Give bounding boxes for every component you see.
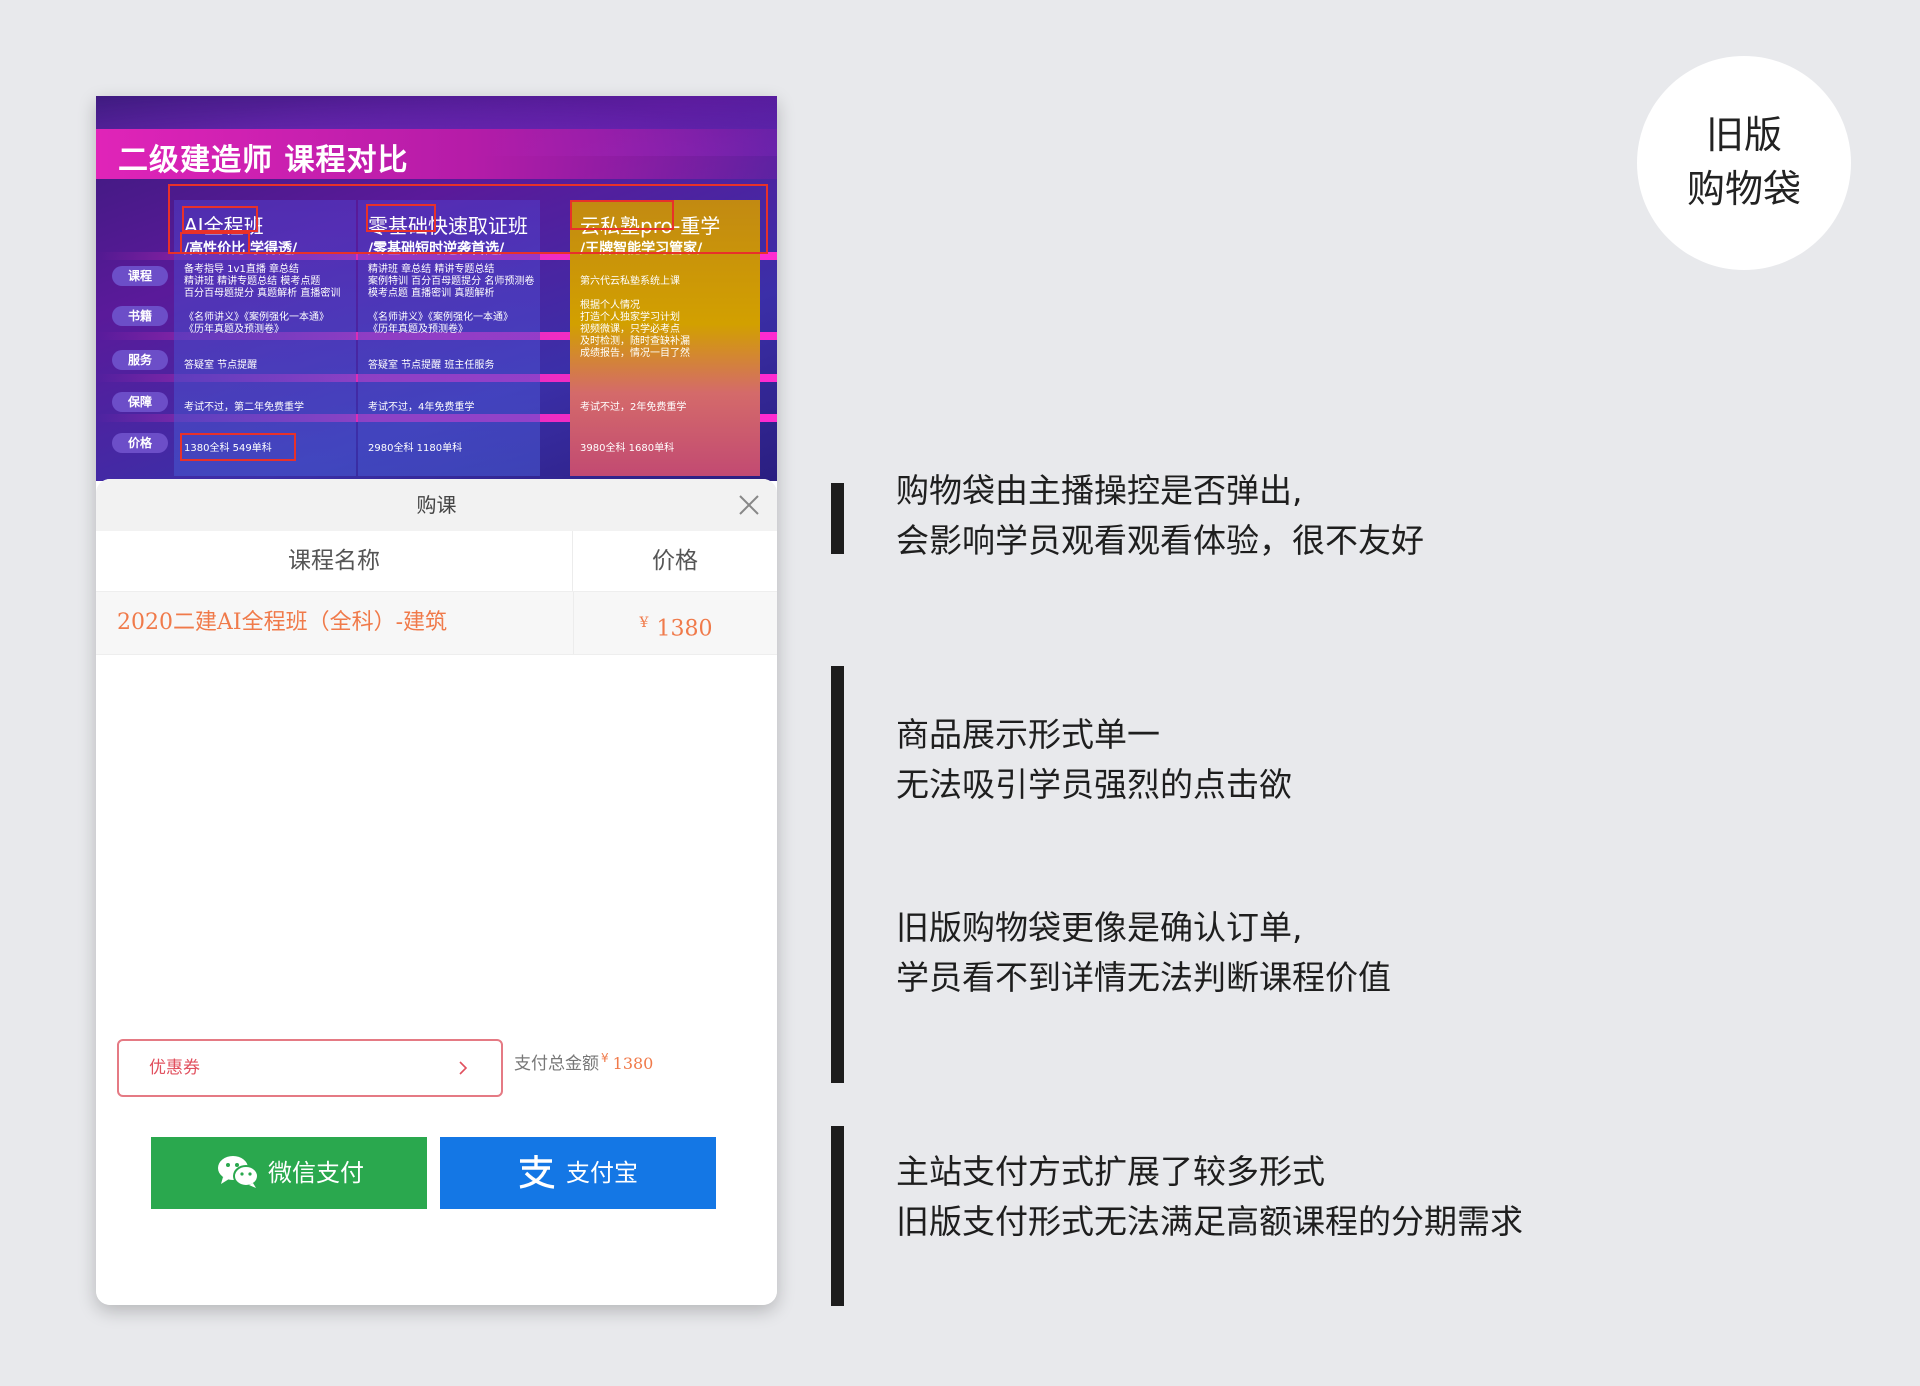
book-detail: 《历年真题及预测卷》 [368, 324, 468, 335]
price-cell: ¥1380 [573, 592, 777, 654]
section-bar [831, 666, 844, 1083]
course-detail: 第六代云私塾系统上课 [580, 276, 680, 287]
highlight-box [180, 433, 296, 461]
phone-screenshot: 二级建造师 课程对比 课程 书籍 服务 保障 价格 AI全程班 /高性价比 学得… [96, 96, 777, 1305]
course-detail: 精讲班 精讲专题总结 模考点题 [184, 276, 321, 287]
price-detail: 3980全科 1680单科 [580, 443, 675, 454]
book-detail: 《历年真题及预测卷》 [184, 324, 284, 335]
note-line: 主站支付方式扩展了较多形式 [896, 1152, 1325, 1191]
course-detail: 百分百母题提分 真题解析 直播密训 [184, 288, 341, 299]
price-value: 1380 [656, 616, 713, 642]
service-detail: 答疑室 节点提醒 班主任服务 [368, 360, 495, 371]
course-detail: 模考点题 直播密训 真题解析 [368, 288, 495, 299]
course-comparison-banner: 二级建造师 课程对比 课程 书籍 服务 保障 价格 AI全程班 /高性价比 学得… [96, 96, 777, 481]
course-detail: 备考指导 1v1直播 章总结 [184, 264, 299, 275]
table-header: 课程名称 价格 [96, 531, 777, 592]
wechat-pay-label: 微信支付 [268, 1159, 364, 1187]
section-bar [831, 1126, 844, 1306]
row-label-service: 服务 [112, 350, 168, 370]
highlight-box [180, 232, 250, 254]
currency-symbol: ¥ [601, 1051, 609, 1066]
book-detail: 《名师讲义》《案例强化一本通》 [368, 312, 513, 323]
annotation-note: 主站支付方式扩展了较多形式 旧版支付形式无法满足高额课程的分期需求 [896, 1147, 1523, 1247]
banner-title-bar: 二级建造师 课程对比 [96, 129, 777, 179]
highlight-box [366, 204, 436, 232]
highlight-box [168, 184, 768, 254]
guarantee-detail: 考试不过，2年免费重学 [580, 402, 687, 413]
total-amount: 1380 [612, 1054, 654, 1073]
note-line: 旧版购物袋更像是确认订单, [896, 908, 1303, 947]
note-line: 无法吸引学员强烈的点击欲 [896, 765, 1292, 804]
close-icon[interactable] [735, 491, 763, 519]
badge-line: 购物袋 [1686, 167, 1801, 211]
course-name-cell: 2020二建AI全程班（全科）-建筑 [117, 610, 448, 635]
wechat-pay-button[interactable]: 微信支付 [151, 1137, 427, 1209]
wechat-icon [218, 1156, 259, 1188]
badge-line: 旧版 [1705, 113, 1782, 157]
note-line: 学员看不到详情无法判断课程价值 [896, 958, 1391, 997]
row-label-course: 课程 [112, 266, 168, 286]
alipay-button[interactable]: 支付宝 [440, 1137, 716, 1209]
book-detail: 视频微课，只学必考点 [580, 324, 680, 335]
coupon-label: 优惠券 [149, 1058, 200, 1078]
row-label-price: 价格 [112, 433, 168, 453]
guarantee-detail: 考试不过，第二年免费重学 [184, 402, 304, 413]
chevron-right-icon [459, 1061, 468, 1075]
table-row[interactable]: 2020二建AI全程班（全科）-建筑 ¥1380 [96, 592, 777, 655]
highlight-box [570, 200, 674, 230]
column-header-price: 价格 [652, 548, 698, 574]
total-label: 支付总金额 [514, 1054, 599, 1074]
book-detail: 打造个人独家学习计划 [580, 312, 680, 323]
service-detail: 答疑室 节点提醒 [184, 360, 258, 371]
purchase-sheet: 购课 课程名称 价格 2020二建AI全程班（全科）-建筑 ¥1380 优惠券 … [96, 479, 777, 1305]
payment-total: 支付总金额 ¥1380 [514, 1049, 653, 1074]
annotation-note: 旧版购物袋更像是确认订单, 学员看不到详情无法判断课程价值 [896, 903, 1391, 1003]
coupon-selector[interactable]: 优惠券 [117, 1039, 503, 1097]
course-detail: 精讲班 章总结 精讲专题总结 [368, 264, 495, 275]
course-detail: 案例特训 百分百母题提分 名师预测卷 [368, 276, 535, 287]
book-detail: 《名师讲义》《案例强化一本通》 [184, 312, 329, 323]
highlight-box [182, 206, 258, 232]
guarantee-detail: 考试不过，4年免费重学 [368, 402, 475, 413]
sheet-title: 购课 [416, 493, 457, 517]
row-label-books: 书籍 [112, 306, 168, 326]
book-detail: 成绩报告，情况一目了然 [580, 348, 690, 359]
banner-title: 二级建造师 课程对比 [118, 143, 409, 178]
version-badge: 旧版 购物袋 [1637, 56, 1851, 270]
alipay-label: 支付宝 [566, 1159, 638, 1187]
row-label-guarantee: 保障 [112, 392, 168, 412]
alipay-icon [519, 1155, 555, 1189]
price-detail: 2980全科 1180单科 [368, 443, 463, 454]
sheet-header: 购课 [96, 479, 777, 531]
note-line: 旧版支付形式无法满足高额课程的分期需求 [896, 1202, 1523, 1241]
section-bar [831, 483, 844, 554]
book-detail: 根据个人情况 [580, 300, 640, 311]
currency-symbol: ¥ [639, 615, 649, 631]
note-line: 会影响学员观看观看体验，很不友好 [896, 521, 1424, 560]
note-line: 商品展示形式单一 [896, 715, 1160, 754]
column-header-course: 课程名称 [96, 531, 573, 591]
annotation-note: 商品展示形式单一 无法吸引学员强烈的点击欲 [896, 710, 1292, 810]
book-detail: 及时检测，随时查缺补漏 [580, 336, 690, 347]
note-line: 购物袋由主播操控是否弹出, [896, 471, 1303, 510]
annotation-note: 购物袋由主播操控是否弹出, 会影响学员观看观看体验，很不友好 [896, 466, 1424, 566]
